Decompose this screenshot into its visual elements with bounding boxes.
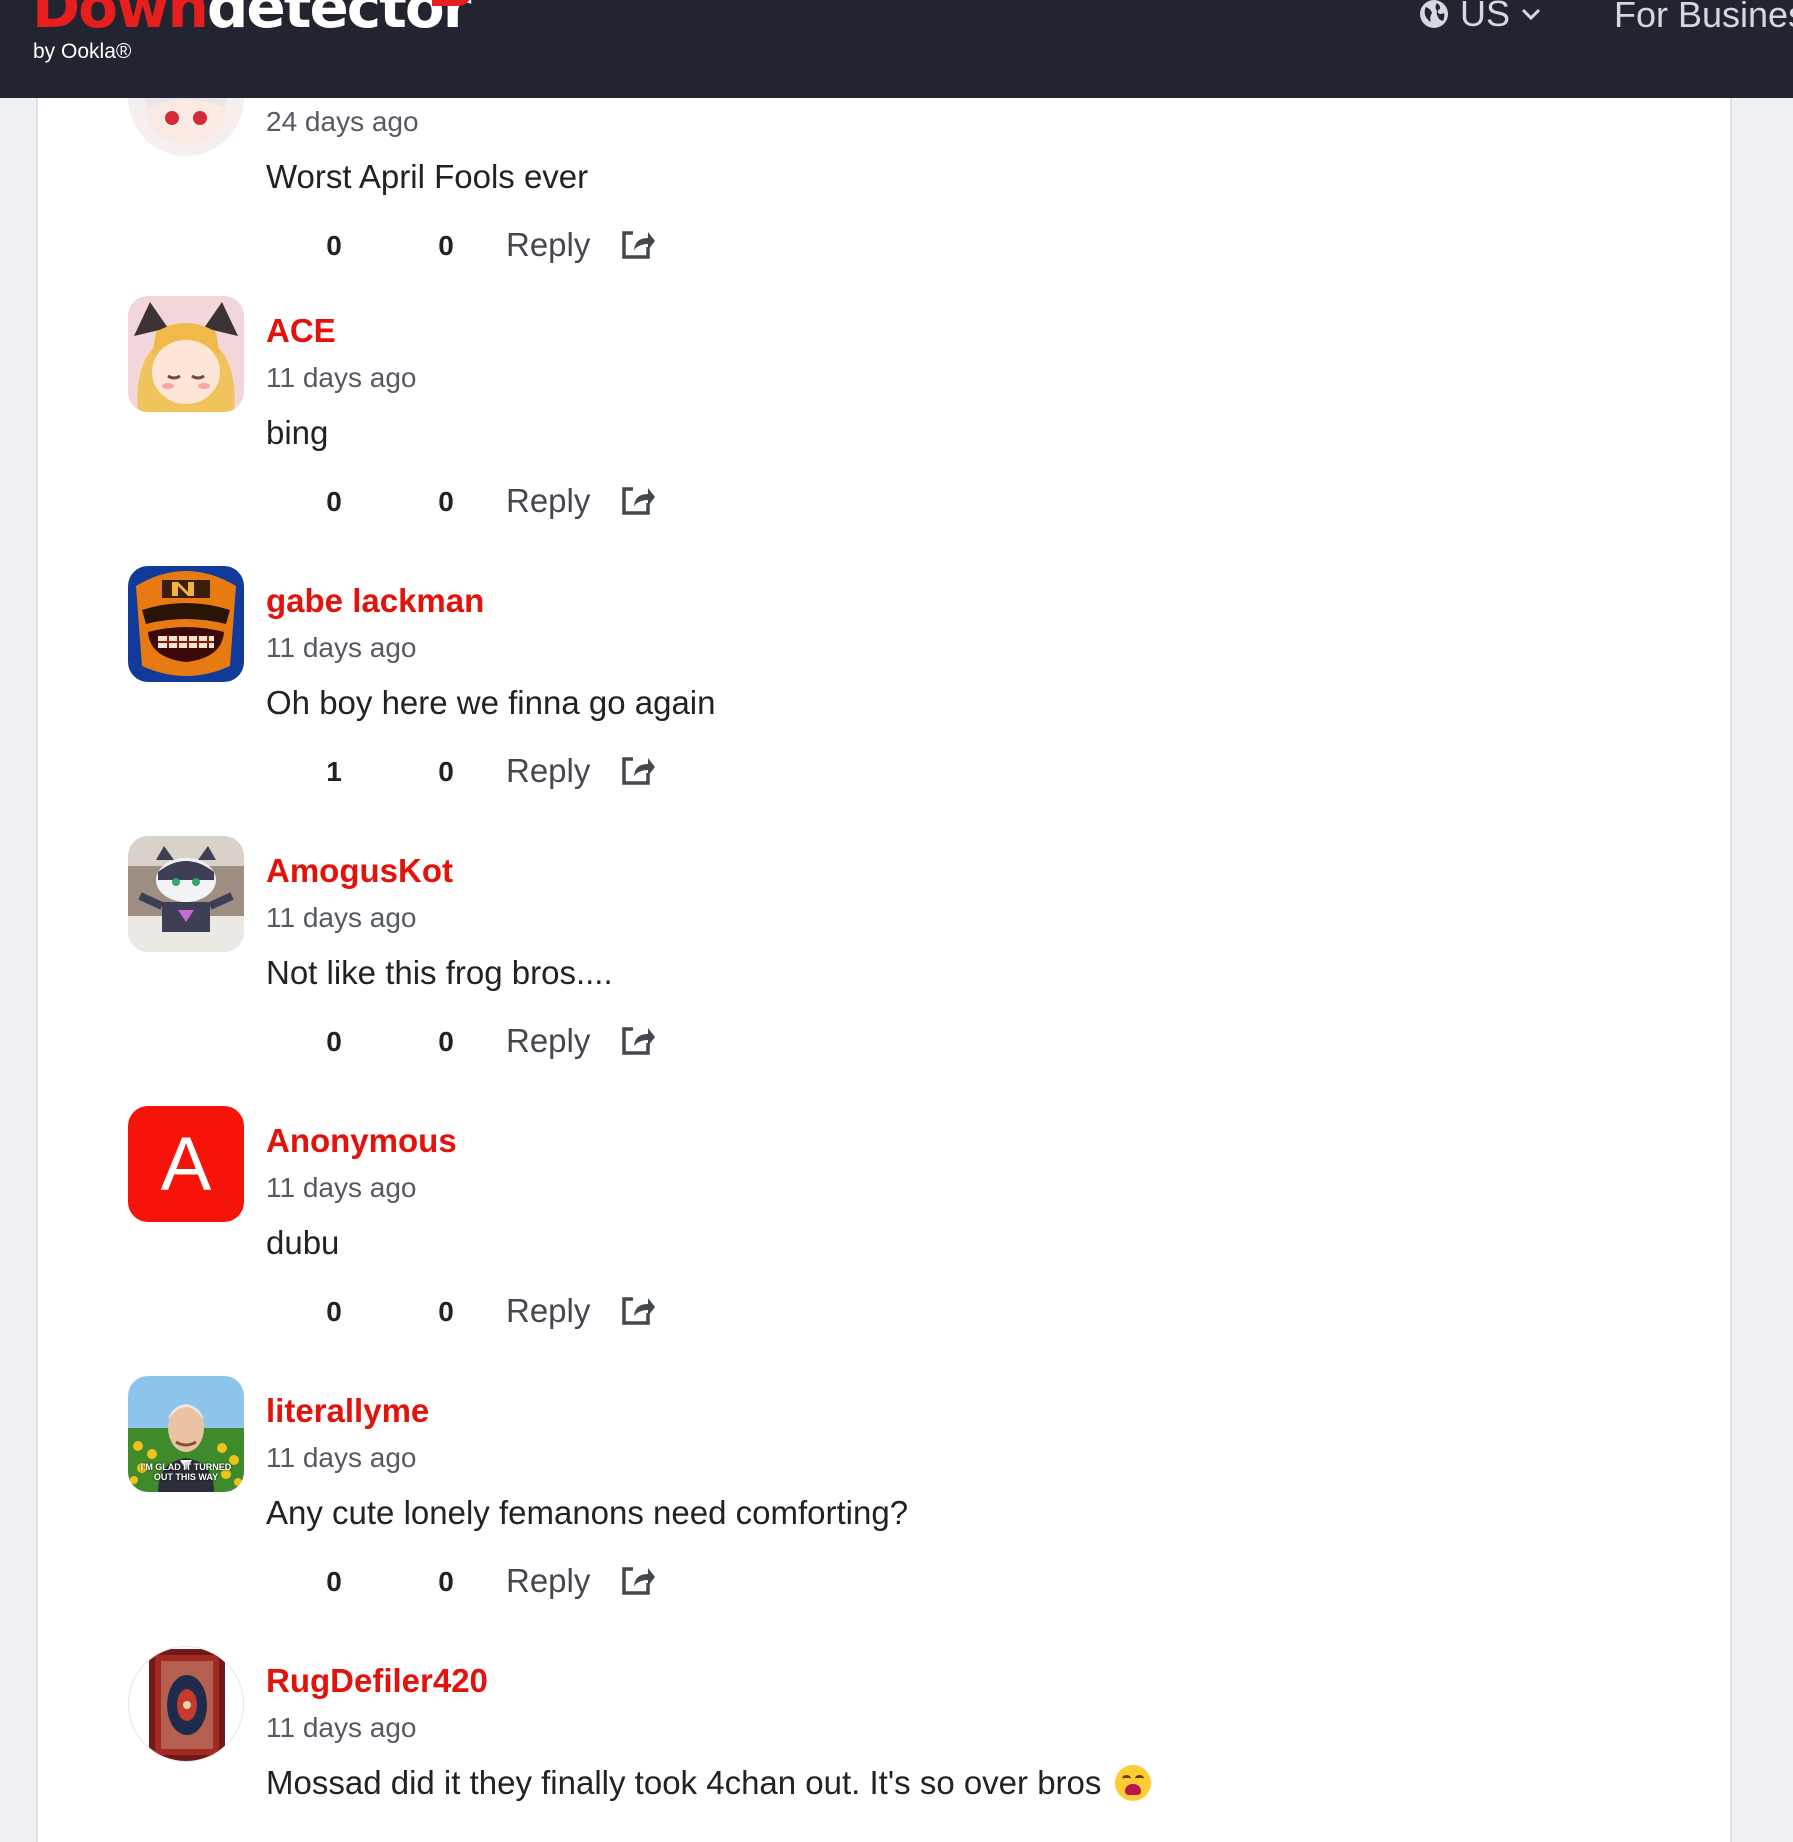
comment-username[interactable]: gabe lackman	[266, 582, 484, 620]
comment-actions: 0 0 Reply	[266, 226, 686, 270]
downvote-count[interactable]: 0	[426, 1296, 466, 1328]
user-avatar[interactable]	[128, 1646, 244, 1762]
logo-text-red: Down	[32, 0, 209, 41]
reply-button[interactable]: Reply	[506, 482, 590, 520]
downvote-count[interactable]: 0	[426, 1566, 466, 1598]
comment-actions: 0 0 Reply	[266, 1292, 686, 1336]
upvote-count[interactable]: 0	[314, 230, 354, 262]
comments-card: 24 days ago Worst April Fools ever 0 0 R…	[36, 40, 1732, 1842]
reply-button[interactable]: Reply	[506, 752, 590, 790]
comment-item: A Anonymous 11 days ago dubu 0 0 Reply	[128, 1106, 1528, 1376]
chevron-down-icon	[1520, 6, 1542, 22]
comment-text: Worst April Fools ever	[266, 158, 589, 195]
logo-byline: by Ookla®	[33, 40, 132, 63]
downvote-count[interactable]: 0	[426, 486, 466, 518]
share-icon[interactable]	[620, 1022, 656, 1063]
comment-item: AmogusKot 11 days ago Not like this frog…	[128, 836, 1528, 1106]
downvote-count[interactable]: 0	[426, 756, 466, 788]
logo-text-white: detector	[206, 0, 471, 41]
share-icon[interactable]	[620, 482, 656, 523]
globe-icon	[1418, 0, 1450, 30]
comment-timestamp: 11 days ago	[266, 1712, 417, 1743]
share-icon[interactable]	[620, 752, 656, 793]
comment-item: I'M GLAD IT TURNED OUT THIS WAY literall…	[128, 1376, 1528, 1646]
upvote-count[interactable]: 0	[314, 1026, 354, 1058]
reply-button[interactable]: Reply	[506, 1562, 590, 1600]
avatar-letter: A	[160, 1121, 212, 1207]
user-avatar[interactable]	[128, 296, 244, 412]
user-avatar[interactable]: A	[128, 1106, 244, 1222]
upvote-count[interactable]: 0	[314, 1296, 354, 1328]
comment-timestamp: 11 days ago	[266, 902, 417, 933]
comment-actions: 0 0 Reply	[266, 1022, 686, 1066]
comment-text: dubu	[266, 1224, 340, 1261]
comment-username[interactable]: ACE	[266, 312, 336, 350]
user-avatar[interactable]: I'M GLAD IT TURNED OUT THIS WAY	[128, 1376, 244, 1492]
comment-username[interactable]: RugDefiler420	[266, 1662, 488, 1700]
comment-username[interactable]: AmogusKot	[266, 852, 453, 890]
comment-timestamp: 11 days ago	[266, 1172, 417, 1203]
upvote-count[interactable]: 0	[314, 1566, 354, 1598]
region-label: US	[1460, 0, 1511, 34]
weary-face-emoji-icon	[1115, 1765, 1152, 1801]
top-navigation-bar: Downdetector by Ookla® US For Business	[0, 0, 1793, 98]
comment-timestamp: 11 days ago	[266, 362, 417, 393]
reply-button[interactable]: Reply	[506, 1292, 590, 1330]
comment-item: RugDefiler420 11 days ago Mossad did it …	[128, 1646, 1528, 1842]
comment-item: ACE 11 days ago bing 0 0 Reply	[128, 296, 1528, 566]
downvote-count[interactable]: 0	[426, 230, 466, 262]
comment-timestamp: 24 days ago	[266, 106, 419, 137]
user-avatar[interactable]	[128, 836, 244, 952]
region-selector[interactable]: US	[1418, 0, 1542, 34]
upvote-count[interactable]: 1	[314, 756, 354, 788]
comment-item: gabe lackman 11 days ago Oh boy here we …	[128, 566, 1528, 836]
comment-text: Mossad did it they finally took 4chan ou…	[266, 1764, 1152, 1802]
downvote-count[interactable]: 0	[426, 1026, 466, 1058]
avatar-caption: I'M GLAD IT TURNED OUT THIS WAY	[140, 1462, 232, 1482]
site-logo[interactable]: Downdetector	[32, 0, 471, 36]
for-business-link[interactable]: For Business	[1614, 0, 1793, 36]
comment-timestamp: 11 days ago	[266, 632, 417, 663]
comment-text: Not like this frog bros....	[266, 954, 613, 991]
comment-username[interactable]: literallyme	[266, 1392, 429, 1430]
comment-actions: 0 0 Reply	[266, 482, 686, 526]
comment-actions: 0 0 Reply	[266, 1562, 686, 1606]
comment-username[interactable]: Anonymous	[266, 1122, 457, 1160]
upvote-count[interactable]: 0	[314, 486, 354, 518]
comment-text: bing	[266, 414, 329, 451]
user-avatar[interactable]	[128, 566, 244, 682]
share-icon[interactable]	[620, 226, 656, 267]
reply-button[interactable]: Reply	[506, 1022, 590, 1060]
comment-timestamp: 11 days ago	[266, 1442, 417, 1473]
comment-actions: 1 0 Reply	[266, 752, 686, 796]
comment-text: Any cute lonely femanons need comforting…	[266, 1494, 909, 1531]
share-icon[interactable]	[620, 1292, 656, 1333]
reply-button[interactable]: Reply	[506, 226, 590, 264]
share-icon[interactable]	[620, 1562, 656, 1603]
comment-text: Oh boy here we finna go again	[266, 684, 716, 721]
